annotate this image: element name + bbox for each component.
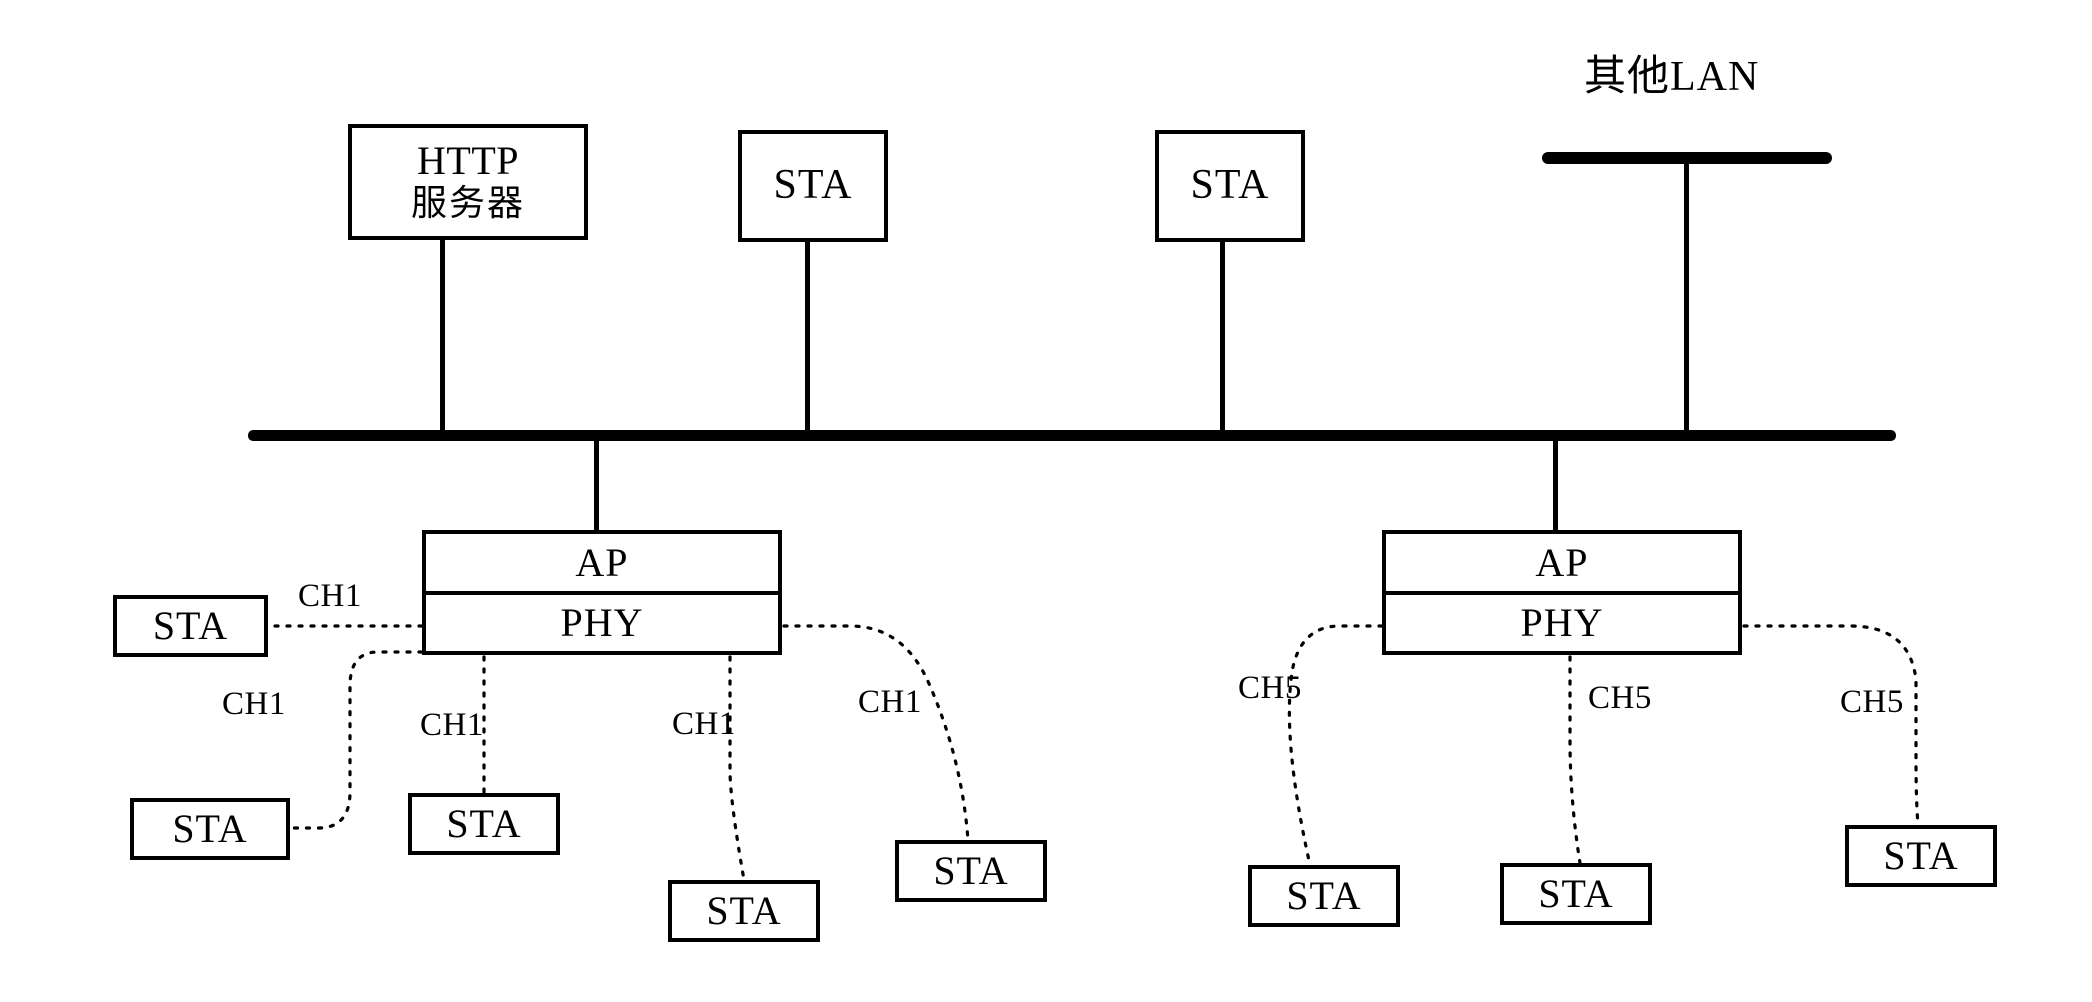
channel-label-ch1-a: CH1 (298, 578, 362, 614)
channel-label-ch5-b: CH5 (1588, 680, 1652, 716)
http-server-label-line1: HTTP (417, 138, 519, 184)
sta-left-5-label: STA (933, 847, 1009, 893)
wired-lan-backbone (248, 430, 1896, 441)
sta-left-3-box[interactable]: STA (408, 793, 560, 855)
sta-left-2-box[interactable]: STA (130, 798, 290, 860)
channel-label-ch1-e: CH1 (858, 684, 922, 720)
other-lan-label: 其他LAN (1584, 54, 1760, 100)
sta-right-3-label: STA (1883, 832, 1959, 878)
ap-right-label: AP (1386, 534, 1738, 595)
sta-left-1-box[interactable]: STA (113, 595, 268, 657)
ap-left-box[interactable]: AP PHY (422, 530, 782, 655)
ap-right-uplink-wire (1553, 438, 1558, 530)
sta-left-5-box[interactable]: STA (895, 840, 1047, 902)
sta-left-4-label: STA (706, 887, 782, 933)
channel-label-ch5-a: CH5 (1238, 670, 1302, 706)
ap-left-uplink-wire (594, 438, 599, 530)
http-server-box[interactable]: HTTP 服务器 (348, 124, 588, 240)
http-server-drop-wire (440, 240, 445, 434)
channel-label-ch1-b: CH1 (222, 686, 286, 722)
ap-left-phy-label: PHY (560, 600, 644, 646)
sta-right-2-box[interactable]: STA (1500, 863, 1652, 925)
link-ap-left-to-sta-5 (782, 624, 970, 842)
sta-right-3-box[interactable]: STA (1845, 825, 1997, 887)
link-ap-right-to-sta-2 (1568, 655, 1582, 865)
ap-left-label: AP (426, 534, 778, 595)
link-ap-right-to-sta-1 (1287, 624, 1384, 867)
channel-label-ch1-d: CH1 (672, 706, 736, 742)
diagram-canvas: HTTP 服务器 STA STA 其他LAN AP PHY AP PHY STA… (0, 0, 2092, 1002)
link-ap-left-to-sta-2 (290, 650, 424, 830)
sta-left-2-label: STA (172, 805, 248, 851)
http-server-label-line2: 服务器 (410, 183, 525, 225)
sta-top-1-drop-wire (805, 242, 810, 434)
link-ap-right-to-sta-3 (1742, 624, 1920, 827)
sta-left-4-box[interactable]: STA (668, 880, 820, 942)
sta-left-3-label: STA (446, 800, 522, 846)
sta-top-2-label: STA (1190, 162, 1270, 209)
channel-label-ch5-c: CH5 (1840, 684, 1904, 720)
sta-right-1-label: STA (1286, 872, 1362, 918)
sta-top-2-drop-wire (1220, 242, 1225, 434)
sta-right-2-label: STA (1538, 870, 1614, 916)
ap-right-phy-label: PHY (1520, 600, 1604, 646)
sta-top-1-label: STA (773, 162, 853, 209)
link-ap-left-to-sta-4 (728, 655, 746, 882)
sta-top-1-box[interactable]: STA (738, 130, 888, 242)
sta-top-2-box[interactable]: STA (1155, 130, 1305, 242)
sta-right-1-box[interactable]: STA (1248, 865, 1400, 927)
other-lan-drop-wire (1684, 163, 1689, 434)
sta-left-1-label: STA (152, 602, 229, 648)
channel-label-ch1-c: CH1 (420, 707, 484, 743)
ap-right-box[interactable]: AP PHY (1382, 530, 1742, 655)
